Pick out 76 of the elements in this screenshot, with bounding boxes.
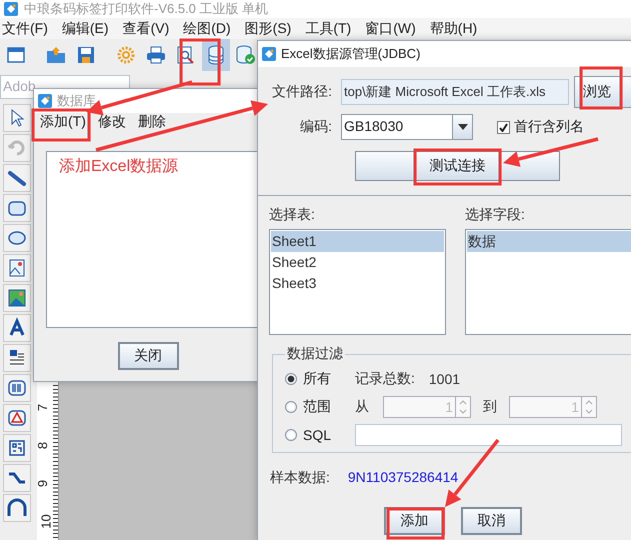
record-count-label: 记录总数: <box>355 370 415 388</box>
highlight-frame <box>180 38 220 86</box>
list-item[interactable]: 数据 <box>467 231 631 252</box>
from-label: 从 <box>355 398 370 416</box>
menu-item[interactable]: 删除 <box>138 113 166 129</box>
list-item[interactable]: Sheet1 <box>271 231 444 252</box>
list-label: 选择表: <box>269 206 316 224</box>
test-connection-button[interactable]: 测试连接 <box>355 151 560 181</box>
tool-button[interactable] <box>3 224 31 252</box>
radio-button[interactable] <box>285 373 297 385</box>
tool-button[interactable] <box>3 164 31 192</box>
file-path-field[interactable]: top\新建 Microsoft Excel 工作表.xls <box>341 79 569 105</box>
list-label: 选择字段: <box>465 206 526 224</box>
ruler-number: 7 <box>35 403 50 411</box>
radio-label: 所有 <box>303 370 332 388</box>
app-title: 中琅条码标签打印软件-V6.5.0 工业版 单机 <box>24 0 268 18</box>
menu-item[interactable]: 图形(S) <box>244 20 292 38</box>
tool-button[interactable] <box>3 434 31 462</box>
tool-button[interactable] <box>3 254 31 282</box>
sample-label: 样本数据: <box>270 469 330 487</box>
save-icon <box>77 46 95 64</box>
sql-field[interactable] <box>355 424 622 446</box>
database-check-icon <box>236 45 256 66</box>
close-button[interactable]: 关闭 <box>118 342 178 370</box>
app-logo-icon <box>38 94 52 108</box>
field-label: 编码: <box>299 118 333 136</box>
radio-button[interactable] <box>285 401 297 413</box>
tool-button[interactable] <box>3 104 31 132</box>
window-icon <box>7 47 25 64</box>
tool-button[interactable] <box>3 344 31 372</box>
check-icon <box>499 122 508 132</box>
checkbox-label: 首行含列名 <box>514 118 584 136</box>
folder-icon <box>46 46 66 64</box>
gear-icon <box>117 46 135 64</box>
menu-item[interactable]: 文件(F) <box>2 20 48 38</box>
encoding-dropdown[interactable]: GB18030 <box>341 114 473 140</box>
menu-item[interactable]: 帮助(H) <box>430 20 478 38</box>
menu-item[interactable]: 修改 <box>98 113 126 129</box>
menu-item[interactable]: 添加(T) <box>40 113 86 129</box>
to-label: 到 <box>482 398 498 416</box>
ruler-number: 8 <box>35 441 50 449</box>
radio-label: SQL <box>303 427 332 443</box>
tool-button[interactable] <box>3 464 31 492</box>
sample-value: 9N110375286414 <box>348 469 458 487</box>
tool-button[interactable] <box>3 314 31 342</box>
app-logo-icon <box>262 47 276 61</box>
arc-icon <box>6 497 28 519</box>
printer-icon <box>146 46 166 64</box>
menu-item[interactable]: 编辑(E) <box>62 20 109 38</box>
highlight-frame <box>32 108 90 142</box>
menu-item[interactable]: 绘图(D) <box>183 20 231 38</box>
menu-item[interactable]: 查看(V) <box>122 20 170 38</box>
radio-button[interactable] <box>285 429 297 441</box>
record-count: 1001 <box>428 371 460 387</box>
radio-label: 范围 <box>303 398 332 416</box>
tool-button[interactable] <box>3 404 31 432</box>
annotation-text: 添加Excel数据源 <box>59 158 178 175</box>
menu-item[interactable]: 窗口(W) <box>365 20 416 38</box>
menu-item[interactable]: 工具(T) <box>305 20 352 38</box>
list-item[interactable]: Sheet3 <box>271 273 444 294</box>
tool-button[interactable] <box>3 284 31 312</box>
highlight-frame <box>386 508 444 540</box>
field-label: 文件路径: <box>271 83 333 101</box>
list-item[interactable]: Sheet2 <box>271 252 444 273</box>
caret-icon <box>458 124 468 130</box>
group-title: 数据过滤 <box>286 345 344 363</box>
ruler-number: 9 <box>35 479 50 487</box>
highlight-frame <box>580 66 622 110</box>
checkbox[interactable] <box>497 120 510 134</box>
tool-button[interactable] <box>3 374 31 402</box>
ruler-number: 10 <box>38 514 54 528</box>
cancel-button[interactable]: 取消 <box>461 507 522 535</box>
tool-button[interactable] <box>3 194 31 222</box>
picture-icon <box>6 287 28 309</box>
dialog-title: Excel数据源管理(JDBC) <box>281 45 420 63</box>
tool-button[interactable] <box>3 494 31 522</box>
